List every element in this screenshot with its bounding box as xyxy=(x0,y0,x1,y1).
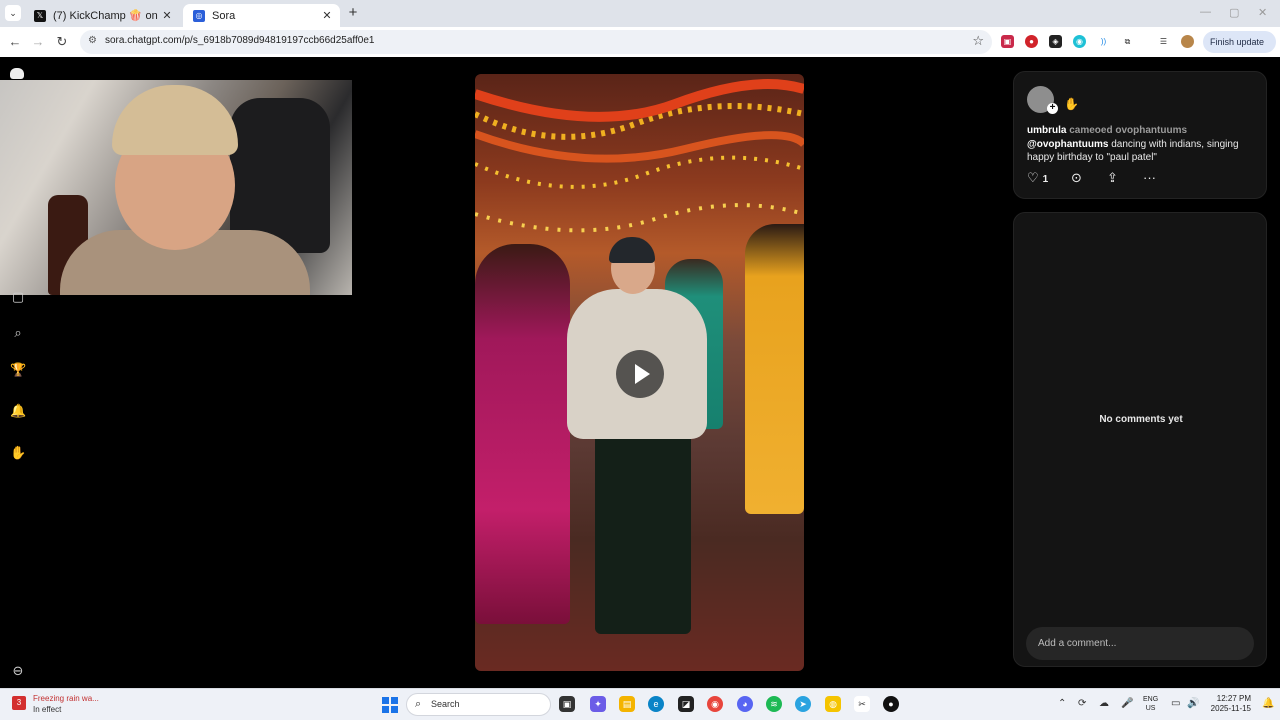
app-icon[interactable]: ◪ xyxy=(678,696,694,712)
webcam-overlay xyxy=(0,80,352,295)
video-player[interactable] xyxy=(475,74,804,671)
app-icon[interactable]: ◍ xyxy=(825,696,841,712)
close-window-icon[interactable]: ✕ xyxy=(1258,6,1267,19)
mention-link[interactable]: @ovophantuums xyxy=(1027,139,1108,150)
snipping-tool-icon[interactable]: ✂ xyxy=(854,696,870,712)
tab-title: (7) KickChamp 🍿 on X: "Shnag xyxy=(53,10,158,22)
bookmark-star-icon[interactable]: ☆ xyxy=(972,33,984,49)
chrome-icon[interactable]: ◉ xyxy=(707,696,723,712)
author-name[interactable]: umbrula xyxy=(1027,125,1066,136)
more-options-icon[interactable]: ··· xyxy=(1143,170,1156,186)
minimize-icon[interactable]: — xyxy=(1200,6,1211,18)
play-button[interactable] xyxy=(616,350,664,398)
remix-icon[interactable]: ⊙ xyxy=(1071,170,1082,186)
finish-update-button[interactable]: Finish update ⋮ xyxy=(1203,31,1276,69)
sync-icon[interactable]: ⟳ xyxy=(1078,698,1086,709)
streamer-cap xyxy=(112,85,238,155)
volume-icon[interactable]: 🔊 xyxy=(1187,698,1199,709)
reload-icon[interactable]: ↻ xyxy=(54,34,70,50)
sora-logo-icon[interactable] xyxy=(10,68,24,79)
no-comments-text: No comments yet xyxy=(1099,414,1183,425)
task-view-icon[interactable]: ▣ xyxy=(559,696,575,712)
taskbar-search[interactable]: ⌕ Search xyxy=(406,693,551,716)
back-icon[interactable]: ← xyxy=(7,34,23,50)
obs-icon[interactable]: ● xyxy=(883,696,899,712)
sidebar-square-icon[interactable]: ▢ xyxy=(10,289,26,305)
forward-icon[interactable]: → xyxy=(30,34,46,50)
taskbar: 3 Freezing rain wa... In effect ⌕ Search… xyxy=(0,688,1280,720)
network-icon[interactable]: ▭ xyxy=(1171,698,1180,709)
file-explorer-icon[interactable]: ▤ xyxy=(619,696,635,712)
like-count: 1 xyxy=(1042,174,1049,185)
post-info-card: + ✋ umbrula cameoed ovophantuums @ovopha… xyxy=(1013,71,1267,199)
post-author-line: umbrula cameoed ovophantuums xyxy=(1027,125,1187,136)
extension-icon[interactable]: ▣ xyxy=(1001,35,1014,48)
profile-avatar[interactable] xyxy=(1181,35,1194,48)
search-icon[interactable]: ⌕ xyxy=(10,325,26,341)
cameo-hand-icon: ✋ xyxy=(1064,97,1079,111)
close-tab-icon[interactable]: ✕ xyxy=(318,9,336,22)
tab-search-menu-button[interactable]: ⌄ xyxy=(5,5,21,21)
maximize-icon[interactable]: ▢ xyxy=(1229,6,1239,19)
tab-search-icon[interactable]: ☰ xyxy=(1157,35,1170,48)
microphone-icon[interactable]: 🎤 xyxy=(1121,698,1133,709)
close-tab-icon[interactable]: ✕ xyxy=(158,9,176,22)
woman-in-saree xyxy=(475,244,570,624)
comment-input[interactable] xyxy=(1026,627,1254,660)
dancer-pants xyxy=(595,434,691,634)
trophy-icon[interactable]: 🏆 xyxy=(10,362,26,378)
site-info-icon[interactable]: ⚙ xyxy=(88,35,97,46)
man-in-yellow xyxy=(745,224,804,514)
extension-icon[interactable]: ● xyxy=(1025,35,1038,48)
notification-bell-icon[interactable]: 🔔 xyxy=(1262,698,1274,709)
settings-minus-icon[interactable]: ⊖ xyxy=(10,663,26,679)
like-button[interactable]: ♡ 1 xyxy=(1027,170,1048,188)
tray-chevron-icon[interactable]: ⌃ xyxy=(1058,698,1066,709)
weather-title: Freezing rain wa... xyxy=(33,694,99,703)
taskbar-search-label: Search xyxy=(431,699,460,709)
address-bar[interactable]: ⚙ sora.chatgpt.com/p/s_6918b7089d9481919… xyxy=(80,30,992,54)
tab-title: Sora xyxy=(212,9,236,22)
extensions-puzzle-icon[interactable]: ⧉ xyxy=(1121,35,1134,48)
x-icon: 𝕏 xyxy=(34,9,46,22)
browser-tab-strip: ⌄ 𝕏 (7) KickChamp 🍿 on X: "Shnag ✕ ◎ Sor… xyxy=(0,0,1280,27)
language-indicator[interactable]: ENG US xyxy=(1143,695,1158,713)
url-text[interactable]: sora.chatgpt.com/p/s_6918b7089d94819197c… xyxy=(105,35,374,46)
new-tab-button[interactable]: + xyxy=(346,5,360,20)
extension-icon[interactable]: ◉ xyxy=(1073,35,1086,48)
search-icon: ⌕ xyxy=(415,698,422,710)
spotify-icon[interactable]: ≋ xyxy=(766,696,782,712)
language-code: ENG xyxy=(1143,696,1159,703)
finish-update-label: Finish update xyxy=(1210,37,1265,47)
follow-plus-icon[interactable]: + xyxy=(1047,103,1058,114)
date: 2025-11-15 xyxy=(1210,704,1251,713)
telegram-icon[interactable]: ➤ xyxy=(795,696,811,712)
clock[interactable]: 12:27 PM 2025-11-15 xyxy=(1203,694,1251,714)
start-button[interactable] xyxy=(382,697,398,713)
bell-icon[interactable]: 🔔 xyxy=(10,403,26,419)
sora-icon: ◎ xyxy=(193,9,205,22)
extension-icon[interactable]: )) xyxy=(1097,35,1110,48)
edge-icon[interactable]: e xyxy=(648,696,664,712)
copilot-icon[interactable]: ✦ xyxy=(590,696,606,712)
weather-alert-icon: 3 xyxy=(12,696,26,710)
comments-panel: No comments yet xyxy=(1013,212,1267,667)
cameo-hand-icon[interactable]: ✋ xyxy=(10,445,26,461)
post-caption: @ovophantuums dancing with indians, sing… xyxy=(1027,138,1257,164)
discord-icon[interactable]: ◕ xyxy=(737,696,753,712)
extension-icon[interactable]: ◈ xyxy=(1049,35,1062,48)
share-icon[interactable]: ⇪ xyxy=(1107,170,1118,186)
cameo-text[interactable]: cameoed ovophantuums xyxy=(1069,125,1187,136)
browser-toolbar: ← → ↻ ⚙ sora.chatgpt.com/p/s_6918b7089d9… xyxy=(0,27,1280,69)
region-code: US xyxy=(1145,705,1156,712)
cloud-off-icon[interactable]: ☁ xyxy=(1099,698,1109,709)
tab-sora[interactable]: ◎ Sora ✕ xyxy=(183,4,340,27)
time: 12:27 PM xyxy=(1216,694,1251,703)
weather-subtitle: In effect xyxy=(33,705,62,714)
tab-kickchamp[interactable]: 𝕏 (7) KickChamp 🍿 on X: "Shnag ✕ xyxy=(24,4,180,27)
sora-page: ▢ ⌕ 🏆 🔔 ✋ ⊖ + ✋ umbrula cameoed ovophant… xyxy=(0,57,1280,688)
